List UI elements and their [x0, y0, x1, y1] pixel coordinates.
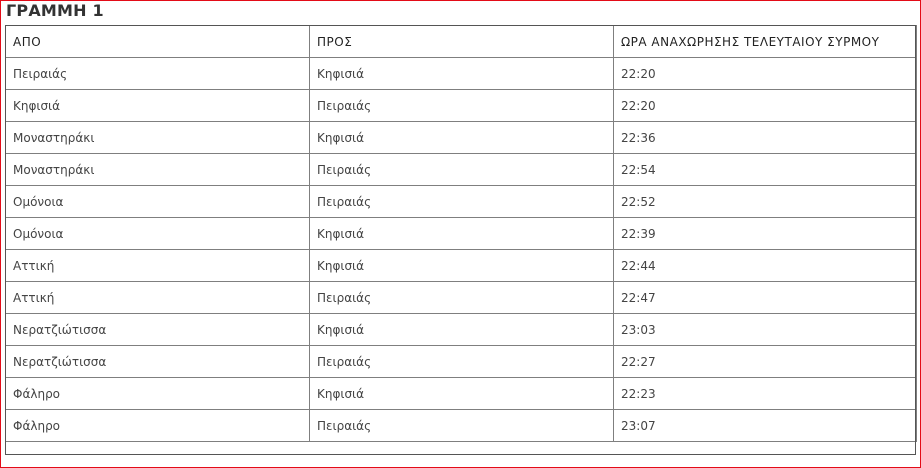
cell-to: Κηφισιά [309, 57, 614, 90]
table-row: Νερατζιώτισσα Κηφισιά 23:03 [5, 313, 917, 346]
cell-to: Πειραιάς [309, 89, 614, 122]
cell-from: Ομόνοια [5, 217, 310, 250]
cell-departure-time: 22:27 [613, 345, 917, 378]
cell-from: Αττική [5, 281, 310, 314]
cell-departure-time: 23:03 [613, 313, 917, 346]
column-header-to: ΠΡΟΣ [309, 25, 614, 58]
table-row: Αττική Πειραιάς 22:47 [5, 281, 917, 314]
table-row: Ομόνοια Κηφισιά 22:39 [5, 217, 917, 250]
cell-from: Αττική [5, 249, 310, 282]
cell-to: Πειραιάς [309, 281, 614, 314]
cell-to: Κηφισιά [309, 217, 614, 250]
column-header-from: ΑΠΟ [5, 25, 310, 58]
cell-from: Νερατζιώτισσα [5, 345, 310, 378]
cell-from: Φάληρο [5, 409, 310, 442]
table-row: Πειραιάς Κηφισιά 22:20 [5, 57, 917, 90]
cell-to: Πειραιάς [309, 345, 614, 378]
cell-departure-time: 22:54 [613, 153, 917, 186]
cell-departure-time: 22:20 [613, 89, 917, 122]
table-row: Μοναστηράκι Πειραιάς 22:54 [5, 153, 917, 186]
cell-departure-time: 23:07 [613, 409, 917, 442]
cell-to: Κηφισιά [309, 313, 614, 346]
table-row: Νερατζιώτισσα Πειραιάς 22:27 [5, 345, 917, 378]
table-header-row: ΑΠΟ ΠΡΟΣ ΩΡΑ ΑΝΑΧΩΡΗΣΗΣ ΤΕΛΕΥΤΑΙΟΥ ΣΥΡΜΟ… [5, 25, 917, 58]
table-row: Ομόνοια Πειραιάς 22:52 [5, 185, 917, 218]
table-body: Πειραιάς Κηφισιά 22:20 Κηφισιά Πειραιάς … [5, 57, 917, 442]
table-row: Φάληρο Κηφισιά 22:23 [5, 377, 917, 410]
cell-departure-time: 22:36 [613, 121, 917, 154]
cell-departure-time: 22:20 [613, 57, 917, 90]
cell-from: Νερατζιώτισσα [5, 313, 310, 346]
page-title: ΓΡΑΜΜΗ 1 [6, 1, 104, 20]
column-header-last-departure-time: ΩΡΑ ΑΝΑΧΩΡΗΣΗΣ ΤΕΛΕΥΤΑΙΟΥ ΣΥΡΜΟΥ [613, 25, 917, 58]
cell-to: Πειραιάς [309, 409, 614, 442]
table-row: Αττική Κηφισιά 22:44 [5, 249, 917, 282]
table-row: Μοναστηράκι Κηφισιά 22:36 [5, 121, 917, 154]
cell-to: Πειραιάς [309, 153, 614, 186]
cell-from: Πειραιάς [5, 57, 310, 90]
table-row: Κηφισιά Πειραιάς 22:20 [5, 89, 917, 122]
cell-departure-time: 22:44 [613, 249, 917, 282]
cell-departure-time: 22:23 [613, 377, 917, 410]
table-row: Φάληρο Πειραιάς 23:07 [5, 409, 917, 442]
cell-departure-time: 22:39 [613, 217, 917, 250]
cell-departure-time: 22:47 [613, 281, 917, 314]
cell-to: Κηφισιά [309, 249, 614, 282]
cell-to: Κηφισιά [309, 377, 614, 410]
cell-from: Μοναστηράκι [5, 121, 310, 154]
cell-departure-time: 22:52 [613, 185, 917, 218]
cell-to: Πειραιάς [309, 185, 614, 218]
cell-from: Μοναστηράκι [5, 153, 310, 186]
cell-from: Φάληρο [5, 377, 310, 410]
cell-from: Κηφισιά [5, 89, 310, 122]
last-train-timetable: ΑΠΟ ΠΡΟΣ ΩΡΑ ΑΝΑΧΩΡΗΣΗΣ ΤΕΛΕΥΤΑΙΟΥ ΣΥΡΜΟ… [5, 25, 917, 442]
cell-from: Ομόνοια [5, 185, 310, 218]
cell-to: Κηφισιά [309, 121, 614, 154]
